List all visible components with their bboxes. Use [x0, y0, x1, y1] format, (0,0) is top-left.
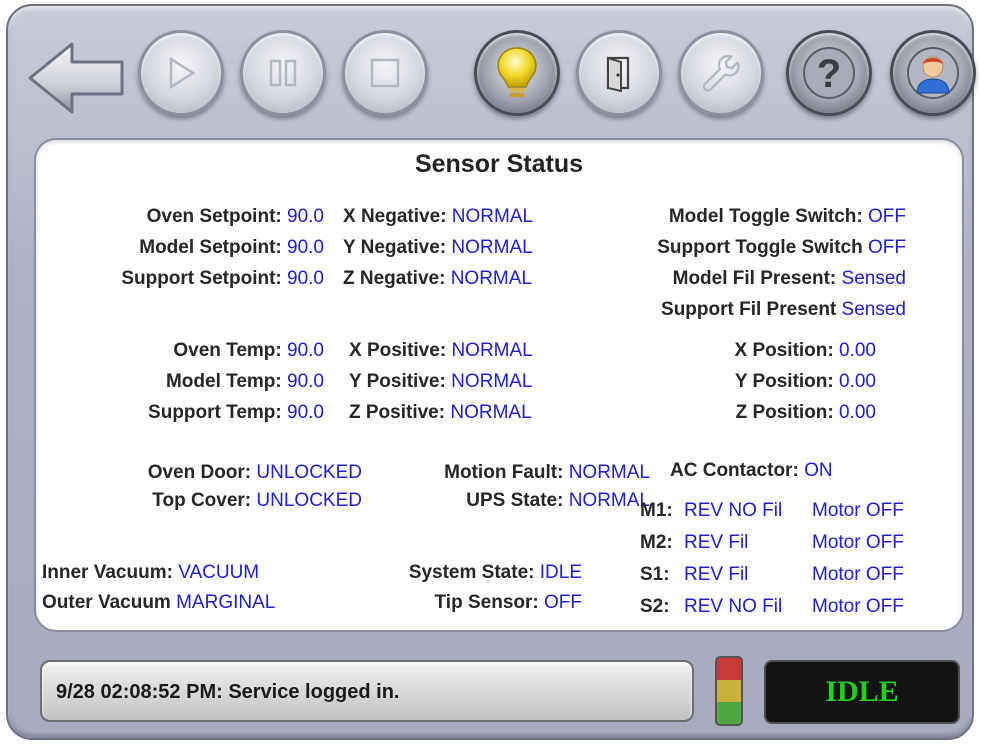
x-negative-row: X Negative: NORMAL — [343, 206, 534, 227]
panel-title: Sensor Status — [414, 150, 584, 178]
x-position-row: X Position: 0.00 — [734, 340, 877, 361]
wrench-button[interactable] — [678, 30, 764, 116]
motor-row-s1: S1: REV Fil Motor OFF — [640, 564, 904, 585]
model-setpoint-row: Model Setpoint: 90.0 — [139, 237, 324, 258]
z-negative-row: Z Negative: NORMAL — [343, 268, 532, 289]
ac-contactor-row: AC Contactor: ON — [670, 460, 833, 481]
motor-row-m2: M2: REV Fil Motor OFF — [640, 532, 904, 553]
toolbar: ? — [0, 0, 981, 140]
stack-light-indicator — [715, 656, 743, 726]
status-message-bar: 9/28 02:08:52 PM: Service logged in. — [40, 660, 694, 722]
user-icon — [907, 47, 959, 99]
outer-vacuum-row: Outer Vacuum MARGINAL — [42, 592, 276, 613]
back-arrow-icon — [28, 42, 124, 114]
oven-setpoint-row: Oven Setpoint: 90.0 — [146, 206, 324, 227]
top-cover-row: Top Cover: UNLOCKED — [152, 490, 362, 511]
system-state-row: System State: IDLE — [408, 562, 582, 583]
svg-text:?: ? — [817, 52, 841, 96]
status-message: 9/28 02:08:52 PM: Service logged in. — [56, 681, 400, 703]
play-button[interactable] — [138, 30, 224, 116]
stack-light-red — [717, 658, 741, 680]
user-button[interactable] — [890, 30, 976, 116]
light-button[interactable] — [474, 30, 560, 116]
back-arrow-button[interactable] — [26, 40, 126, 116]
lightbulb-icon — [497, 47, 537, 97]
machine-state-text: IDLE — [825, 675, 899, 708]
pause-icon — [269, 59, 297, 87]
oven-door-row: Oven Door: UNLOCKED — [147, 462, 362, 483]
help-icon: ? — [803, 47, 855, 99]
wrench-icon — [702, 54, 740, 92]
oven-temp-row: Oven Temp: 90.0 — [173, 340, 324, 361]
x-positive-row: X Positive: NORMAL — [349, 340, 533, 361]
ups-state-row: UPS State: NORMAL — [466, 490, 650, 511]
door-button[interactable] — [576, 30, 662, 116]
support-fil-present-row: Support Fil Present Sensed — [661, 299, 906, 320]
motor-row-s2: S2: REV NO Fil Motor OFF — [640, 596, 904, 617]
pause-button[interactable] — [240, 30, 326, 116]
stack-light-green — [717, 701, 741, 724]
z-positive-row: Z Positive: NORMAL — [349, 402, 532, 423]
stop-button[interactable] — [342, 30, 428, 116]
machine-state-display: IDLE — [764, 660, 960, 724]
inner-vacuum-row: Inner Vacuum: VACUUM — [42, 562, 260, 583]
stop-icon — [370, 58, 400, 88]
door-icon — [606, 56, 630, 93]
y-position-row: Y Position: 0.00 — [734, 371, 876, 392]
y-positive-row: Y Positive: NORMAL — [349, 371, 533, 392]
play-icon — [169, 56, 196, 90]
tip-sensor-row: Tip Sensor: OFF — [434, 592, 582, 613]
motion-fault-row: Motion Fault: NORMAL — [444, 462, 650, 483]
model-toggle-switch-row: Model Toggle Switch: OFF — [668, 206, 906, 227]
y-negative-row: Y Negative: NORMAL — [343, 237, 533, 258]
stack-light-amber — [717, 679, 741, 702]
z-position-row: Z Position: 0.00 — [735, 402, 876, 423]
model-temp-row: Model Temp: 90.0 — [165, 371, 324, 392]
sensor-status-panel: Sensor Status Oven Setpoint: 90.0 Model … — [34, 138, 964, 632]
support-toggle-switch-row: Support Toggle Switch OFF — [657, 237, 906, 258]
motor-row-m1: M1: REV NO Fil Motor OFF — [640, 500, 904, 521]
support-setpoint-row: Support Setpoint: 90.0 — [121, 268, 324, 289]
support-temp-row: Support Temp: 90.0 — [148, 402, 324, 423]
help-button[interactable]: ? — [786, 30, 872, 116]
model-fil-present-row: Model Fil Present: Sensed — [672, 268, 906, 289]
